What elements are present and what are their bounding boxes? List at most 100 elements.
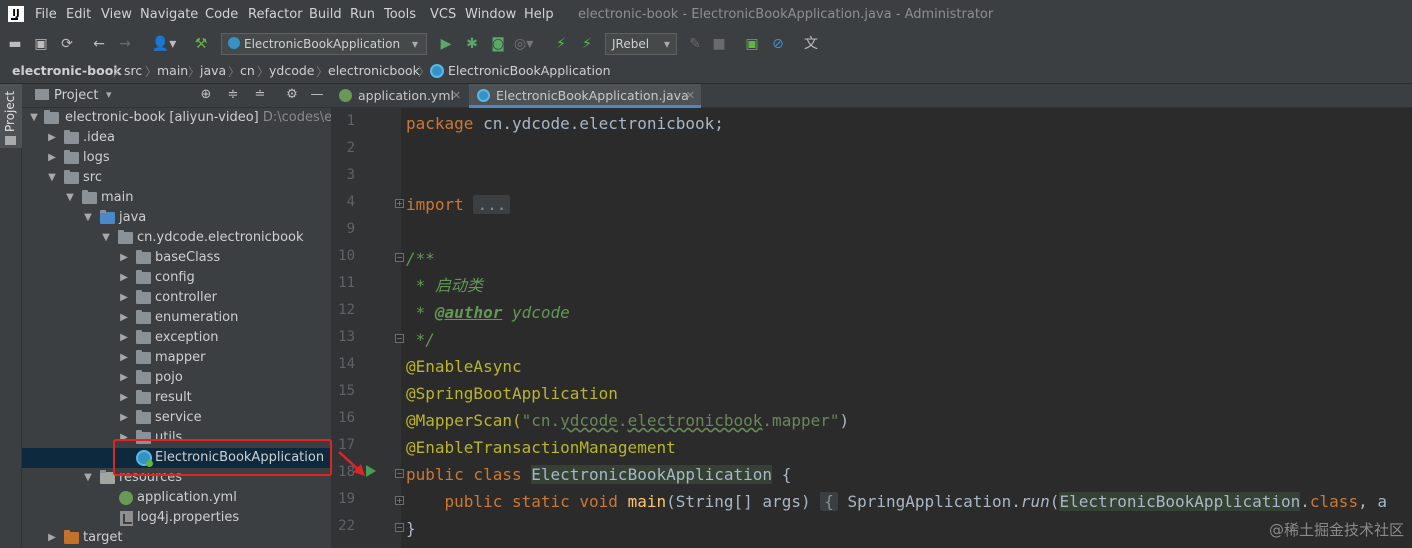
run-icon[interactable]: ▶ bbox=[437, 35, 455, 53]
tree-item-config[interactable]: ▶ config bbox=[22, 268, 331, 288]
menu-window[interactable]: Window bbox=[465, 7, 516, 22]
tree-item-idea[interactable]: ▶ .idea bbox=[22, 128, 331, 148]
code-editor[interactable]: 1 2 3 4 9 10 11 12 13 14 15 16 17 18 19 … bbox=[331, 108, 1412, 548]
chevron-right-icon[interactable]: ▶ bbox=[118, 391, 130, 405]
back-icon[interactable]: ← bbox=[90, 35, 108, 53]
crumb-cn[interactable]: cn bbox=[240, 63, 255, 78]
crumb-project[interactable]: electronic-book bbox=[12, 63, 122, 78]
tree-item-controller[interactable]: ▶ controller bbox=[22, 288, 331, 308]
tree-item-java[interactable]: ▼ java bbox=[22, 208, 331, 228]
chevron-down-icon[interactable]: ▼ bbox=[100, 231, 112, 245]
tree-item-result[interactable]: ▶ result bbox=[22, 388, 331, 408]
fold-expand-icon[interactable]: + bbox=[395, 496, 404, 505]
chevron-down-icon[interactable]: ▼ bbox=[28, 111, 40, 125]
crumb-electronicbook[interactable]: electronicbook bbox=[328, 63, 420, 78]
user-dropdown-icon[interactable]: 👤▾ bbox=[150, 35, 178, 53]
chevron-down-icon[interactable]: ▼ bbox=[46, 171, 58, 185]
chevron-down-icon[interactable]: ▾ bbox=[106, 88, 112, 101]
sync-icon[interactable]: ⟳ bbox=[58, 35, 76, 53]
disable-icon[interactable]: ⊘ bbox=[769, 35, 787, 53]
fold-collapse-icon[interactable]: − bbox=[395, 523, 404, 532]
menu-navigate[interactable]: Navigate bbox=[140, 7, 198, 22]
save-icon[interactable]: ▣ bbox=[32, 35, 50, 53]
menu-build[interactable]: Build bbox=[309, 7, 342, 22]
translate-icon[interactable]: 文 bbox=[802, 35, 820, 53]
jrebel-select[interactable]: JRebel ▾ bbox=[605, 33, 677, 55]
tab-electronicbookapplication[interactable]: ElectronicBookApplication.java ✕ bbox=[469, 84, 701, 108]
attach-icon[interactable]: ✎ bbox=[686, 35, 704, 53]
tree-item-package[interactable]: ▼ cn.ydcode.electronicbook bbox=[22, 228, 331, 248]
profile-icon[interactable]: ◎▾ bbox=[514, 35, 533, 53]
crumb-java[interactable]: java bbox=[200, 63, 226, 78]
chevron-right-icon[interactable]: ▶ bbox=[46, 151, 58, 165]
tree-item-baseclass[interactable]: ▶ baseClass bbox=[22, 248, 331, 268]
package-icon bbox=[136, 370, 151, 384]
chevron-right-icon[interactable]: ▶ bbox=[118, 351, 130, 365]
coverage-icon[interactable]: ◙ bbox=[489, 35, 507, 53]
menu-tools[interactable]: Tools bbox=[384, 7, 416, 22]
tree-item-application-yml[interactable]: application.yml bbox=[22, 488, 331, 508]
close-icon[interactable]: ✕ bbox=[452, 84, 461, 107]
crumb-main[interactable]: main bbox=[157, 63, 188, 78]
tree-item-service[interactable]: ▶ service bbox=[22, 408, 331, 428]
menu-refactor[interactable]: Refactor bbox=[248, 7, 303, 22]
tree-item-pojo[interactable]: ▶ pojo bbox=[22, 368, 331, 388]
chevron-right-icon[interactable]: ▶ bbox=[118, 311, 130, 325]
close-icon[interactable]: ✕ bbox=[686, 84, 695, 107]
tree-item-target[interactable]: ▶ target bbox=[22, 528, 331, 548]
tree-item-enumeration[interactable]: ▶ enumeration bbox=[22, 308, 331, 328]
tree-item-main[interactable]: ▼ main bbox=[22, 188, 331, 208]
chevron-right-icon[interactable]: ▶ bbox=[118, 251, 130, 265]
debug-icon[interactable]: ✱ bbox=[463, 35, 481, 53]
build-hammer-icon[interactable]: ⚒ bbox=[192, 35, 210, 53]
collapse-all-icon[interactable]: ≐ bbox=[252, 87, 268, 103]
chevron-right-icon[interactable]: ▶ bbox=[46, 531, 58, 545]
jrebel-debug-icon[interactable]: ⚡ bbox=[578, 35, 596, 53]
run-config-select[interactable]: ElectronicBookApplication ▾ bbox=[221, 33, 427, 55]
menu-vcs[interactable]: VCS bbox=[430, 7, 456, 22]
locate-icon[interactable]: ⊕ bbox=[198, 87, 214, 103]
tree-item-logs[interactable]: ▶ logs bbox=[22, 148, 331, 168]
chevron-down-icon[interactable]: ▼ bbox=[82, 471, 94, 485]
project-panel-title[interactable]: Project bbox=[54, 88, 98, 103]
chevron-right-icon[interactable]: ▶ bbox=[118, 371, 130, 385]
chevron-right-icon[interactable]: ▶ bbox=[118, 291, 130, 305]
menu-view[interactable]: View bbox=[101, 7, 132, 22]
fold-collapse-icon[interactable]: − bbox=[395, 469, 404, 478]
forward-icon[interactable]: → bbox=[116, 35, 134, 53]
tree-item-log4j[interactable]: log4j.properties bbox=[22, 508, 331, 528]
chevron-right-icon[interactable]: ▶ bbox=[118, 271, 130, 285]
fold-expand-icon[interactable]: + bbox=[395, 199, 404, 208]
folded-body[interactable]: { bbox=[820, 492, 838, 511]
chevron-right-icon[interactable]: ▶ bbox=[118, 411, 130, 425]
tree-root[interactable]: ▼ electronic-book [aliyun-video] D:\code… bbox=[22, 108, 331, 128]
menu-file[interactable]: File bbox=[35, 7, 57, 22]
menu-code[interactable]: Code bbox=[205, 7, 238, 22]
open-folder-icon[interactable]: ▬ bbox=[6, 35, 24, 53]
chevron-down-icon[interactable]: ▼ bbox=[64, 191, 76, 205]
fold-collapse-icon[interactable]: − bbox=[395, 253, 404, 262]
menu-edit[interactable]: Edit bbox=[66, 7, 91, 22]
menu-help[interactable]: Help bbox=[524, 7, 554, 22]
expand-all-icon[interactable]: ≑ bbox=[225, 87, 241, 103]
tree-label: cn.ydcode.electronicbook bbox=[137, 230, 304, 245]
crumb-ydcode[interactable]: ydcode bbox=[269, 63, 314, 78]
project-tool-button[interactable]: Project bbox=[0, 84, 22, 148]
chevron-down-icon[interactable]: ▼ bbox=[82, 211, 94, 225]
gear-icon[interactable]: ⚙ bbox=[284, 87, 300, 103]
tab-application-yml[interactable]: application.yml ✕ bbox=[331, 84, 467, 108]
chevron-right-icon[interactable]: ▶ bbox=[46, 131, 58, 145]
tree-item-exception[interactable]: ▶ exception bbox=[22, 328, 331, 348]
monitor-icon[interactable]: ▣ bbox=[743, 35, 761, 53]
crumb-class[interactable]: ElectronicBookApplication bbox=[448, 63, 611, 78]
jrebel-run-icon[interactable]: ⚡ bbox=[552, 35, 570, 53]
tree-item-mapper[interactable]: ▶ mapper bbox=[22, 348, 331, 368]
tree-item-src[interactable]: ▼ src bbox=[22, 168, 331, 188]
stop-icon[interactable]: ■ bbox=[710, 35, 728, 53]
crumb-src[interactable]: src bbox=[124, 63, 142, 78]
minimize-icon[interactable]: — bbox=[309, 87, 325, 103]
folded-imports[interactable]: ... bbox=[473, 195, 511, 214]
menu-run[interactable]: Run bbox=[350, 7, 375, 22]
fold-collapse-icon[interactable]: − bbox=[395, 334, 404, 343]
chevron-right-icon[interactable]: ▶ bbox=[118, 331, 130, 345]
